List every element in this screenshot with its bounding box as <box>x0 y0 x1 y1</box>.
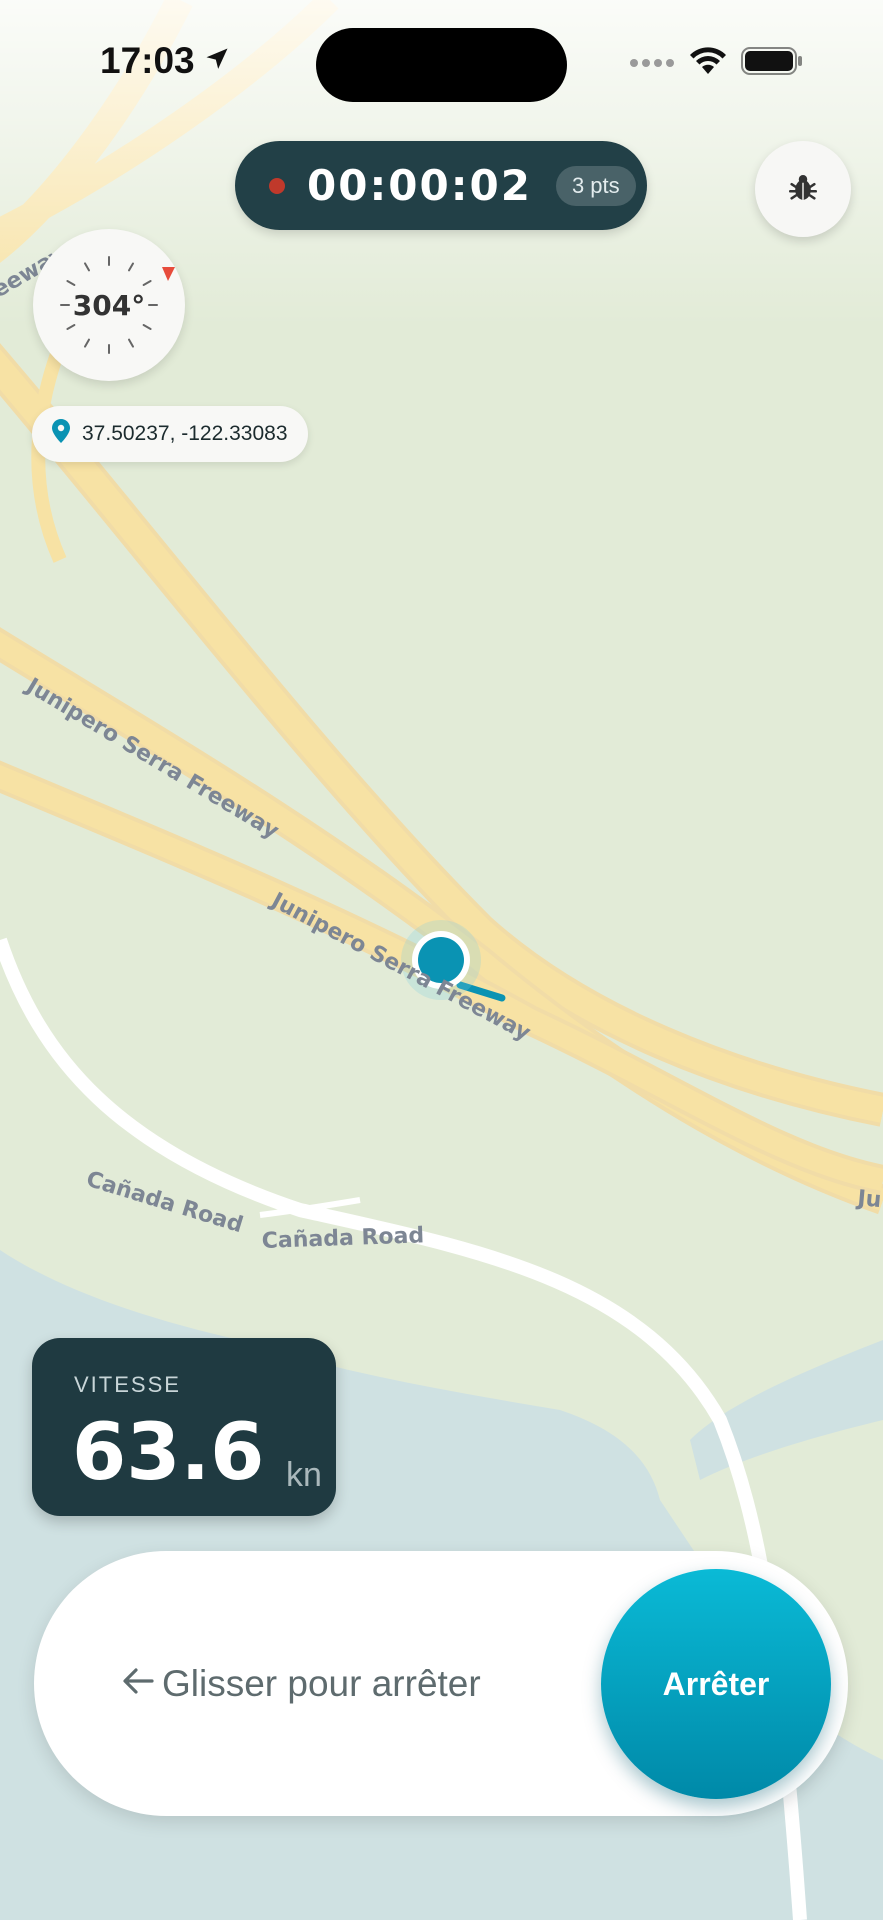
location-arrow-icon <box>203 40 231 82</box>
stop-button-label: Arrêter <box>662 1665 770 1702</box>
pin-icon <box>52 419 70 449</box>
dynamic-island <box>316 28 567 102</box>
compass[interactable]: 304° <box>33 229 185 381</box>
wifi-icon <box>689 46 727 81</box>
speed-unit: kn <box>286 1456 322 1494</box>
battery-icon <box>741 46 803 81</box>
status-time: 17:03 <box>100 40 231 82</box>
status-time-text: 17:03 <box>100 40 195 81</box>
speed-value: 63.6 <box>72 1408 265 1498</box>
recording-timer: 00:00:02 3 pts <box>235 141 647 230</box>
slide-hint: Glisser pour arrêter <box>122 1551 481 1816</box>
coordinates-text: 37.50237, -122.33083 <box>82 422 288 445</box>
stop-button[interactable]: Arrêter <box>601 1569 831 1799</box>
slide-to-stop[interactable]: Glisser pour arrêter Arrêter <box>34 1551 848 1816</box>
compass-heading: 304° <box>72 288 146 322</box>
elapsed-time: 00:00:02 <box>307 161 532 210</box>
bug-icon <box>786 170 820 209</box>
debug-button[interactable] <box>755 141 851 237</box>
speed-card: VITESSE 63.6 kn <box>32 1338 336 1516</box>
status-icons <box>629 46 803 81</box>
coordinates-chip: 37.50237, -122.33083 <box>32 406 308 462</box>
recording-dot-icon <box>269 177 285 194</box>
slide-hint-text: Glisser pour arrêter <box>162 1662 481 1704</box>
cellular-icon <box>629 53 675 74</box>
arrow-left-icon <box>122 1663 154 1705</box>
map-label-ju-edge: Ju <box>854 1186 882 1213</box>
points-badge: 3 pts <box>555 165 636 206</box>
speed-label: VITESSE <box>74 1372 181 1397</box>
